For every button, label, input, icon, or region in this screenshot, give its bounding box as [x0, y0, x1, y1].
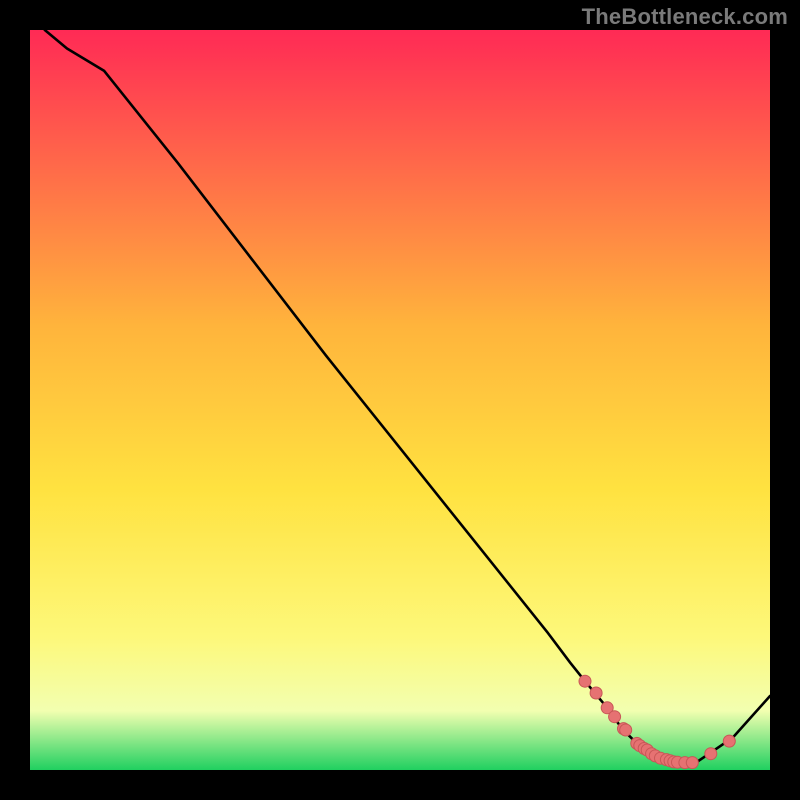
curve-marker	[723, 735, 735, 747]
curve-marker	[620, 724, 632, 736]
watermark-text: TheBottleneck.com	[582, 4, 788, 30]
curve-marker	[705, 748, 717, 760]
curve-marker	[609, 711, 621, 723]
curve-marker	[579, 675, 591, 687]
plot-background	[30, 30, 770, 770]
chart-stage: TheBottleneck.com	[0, 0, 800, 800]
curve-marker	[590, 687, 602, 699]
curve-marker	[686, 757, 698, 769]
bottleneck-chart	[0, 0, 800, 800]
